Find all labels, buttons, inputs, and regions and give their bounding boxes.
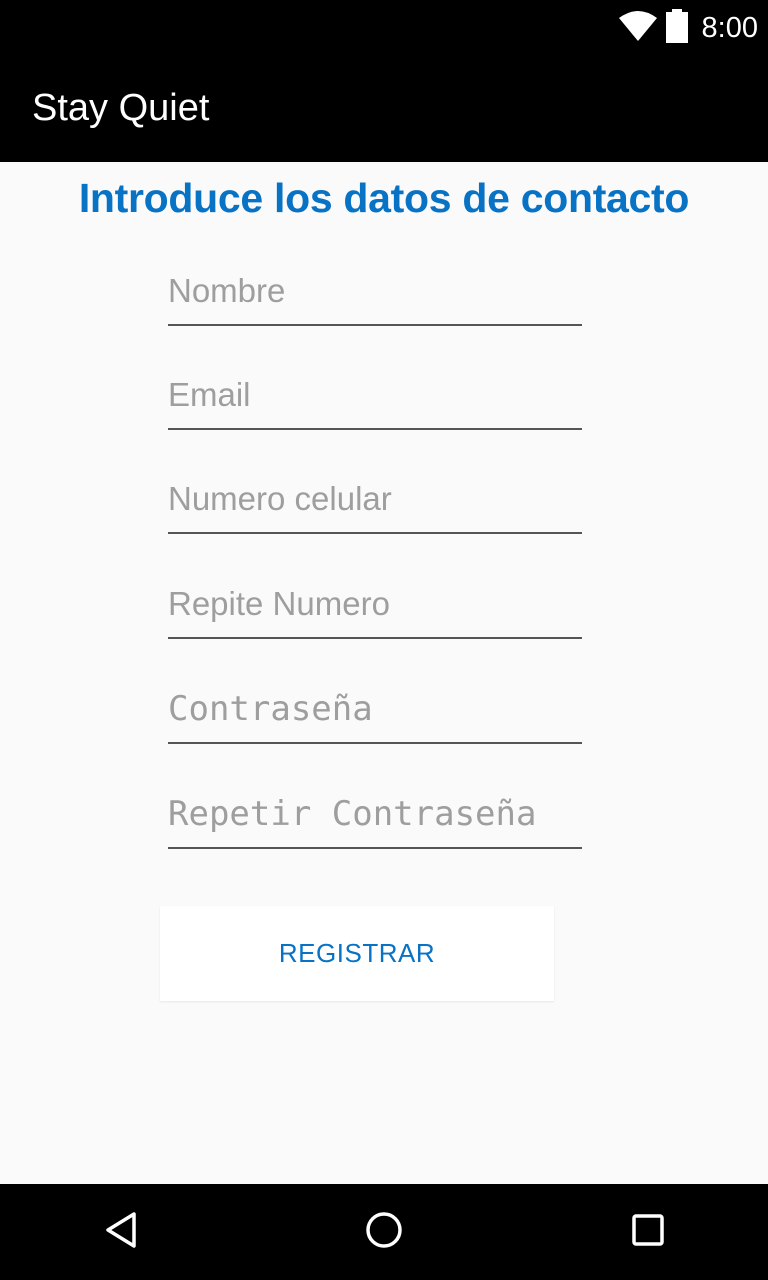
repeat-phone-input[interactable] [168, 571, 582, 637]
registration-form: Introduce los datos de contacto REGISTRA… [0, 162, 768, 1184]
email-field[interactable] [168, 362, 582, 430]
battery-icon [665, 8, 688, 48]
app-screen: 8:00 Stay Quiet Introduce los datos de c… [0, 0, 768, 1280]
status-icons: 8:00 [618, 8, 758, 48]
phone-field[interactable] [168, 466, 582, 534]
back-icon [100, 1210, 140, 1255]
password-field[interactable] [168, 676, 582, 744]
register-button[interactable]: REGISTRAR [160, 906, 554, 1001]
repeat-phone-field[interactable] [168, 571, 582, 639]
name-field[interactable] [168, 258, 582, 326]
name-input[interactable] [168, 258, 582, 324]
app-title: Stay Quiet [32, 87, 210, 129]
home-button[interactable] [360, 1208, 408, 1256]
status-time: 8:00 [701, 12, 758, 44]
repeat-password-input[interactable] [168, 781, 582, 847]
recents-icon [628, 1210, 668, 1255]
back-button[interactable] [96, 1208, 144, 1256]
password-input[interactable] [168, 676, 582, 742]
form-heading: Introduce los datos de contacto [78, 175, 690, 221]
wifi-icon [618, 10, 658, 47]
phone-input[interactable] [168, 466, 582, 532]
home-icon [364, 1210, 404, 1255]
navigation-bar [0, 1184, 768, 1280]
email-input[interactable] [168, 362, 582, 428]
app-bar: Stay Quiet [0, 56, 768, 162]
status-bar: 8:00 [0, 0, 768, 56]
repeat-password-field[interactable] [168, 781, 582, 849]
recents-button[interactable] [624, 1208, 672, 1256]
